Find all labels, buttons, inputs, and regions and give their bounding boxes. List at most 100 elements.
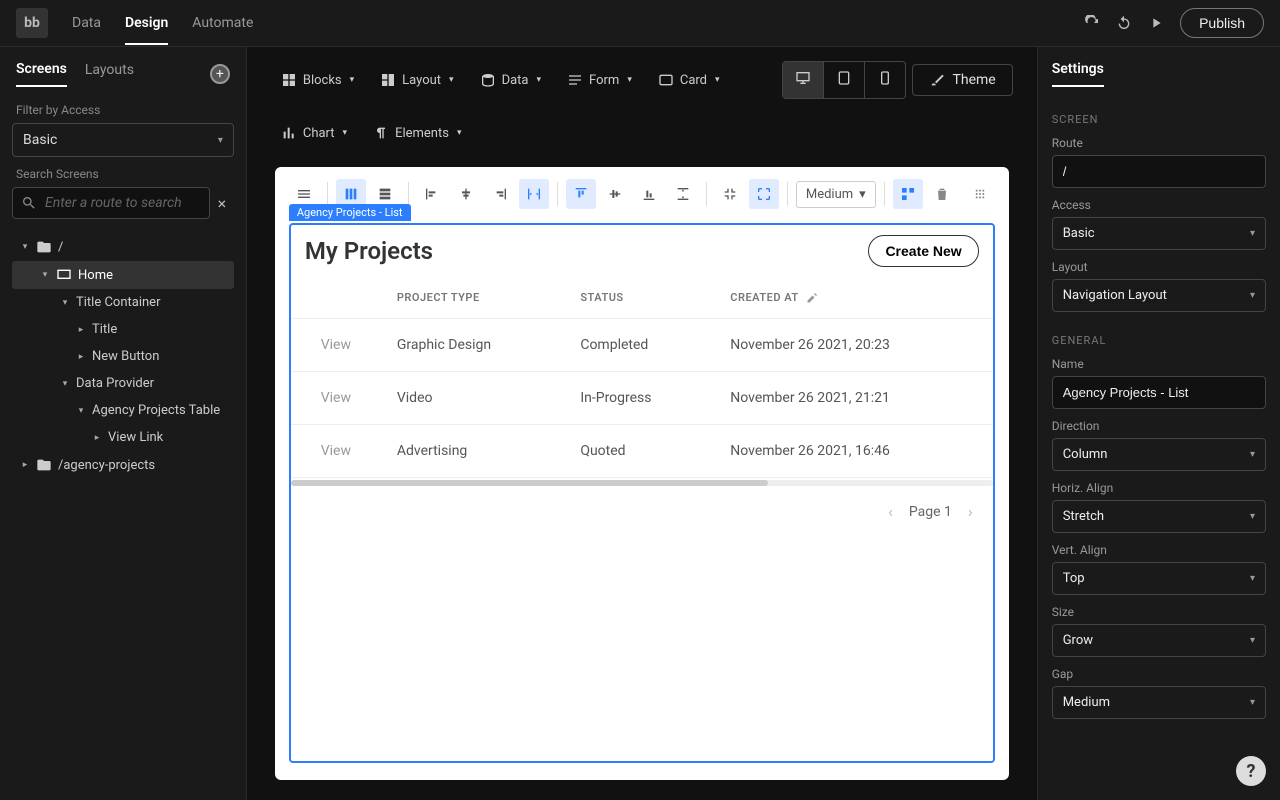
view-link[interactable]: View [291,319,381,372]
delete-button[interactable] [927,179,957,209]
tree-new-button[interactable]: ▸ New Button [12,343,234,370]
nav-data[interactable]: Data [72,1,101,45]
tree-agency-route[interactable]: ▸ /agency-projects [12,451,234,479]
view-link[interactable]: View [291,425,381,478]
page-title: My Projects [305,237,433,265]
search-label: Search Screens [16,167,230,181]
theme-button[interactable]: Theme [912,64,1013,96]
prev-page-icon[interactable]: ‹ [888,502,893,521]
card-icon [658,72,674,88]
nav-design[interactable]: Design [125,1,168,45]
general-section-header: GENERAL [1052,334,1266,347]
align-left-icon[interactable] [417,179,447,209]
center-area: Blocks▾ Layout▾ Data▾ Form▾ Card▾ [247,47,1037,800]
layout-button[interactable]: Layout▾ [370,66,463,94]
next-page-icon[interactable]: › [968,502,973,521]
cell-status: Completed [564,319,714,372]
screen-section-header: SCREEN [1052,113,1266,126]
page-indicator: Page 1 [909,504,952,520]
undo-icon[interactable] [1116,15,1132,31]
chevron-down-icon: ▾ [1250,449,1255,460]
tab-settings[interactable]: Settings [1052,61,1104,87]
desktop-button[interactable] [783,62,824,98]
tree-root[interactable]: ▾ / [12,233,234,261]
tab-layouts[interactable]: Layouts [85,62,134,86]
valign-top-icon[interactable] [566,179,596,209]
halign-select[interactable]: Stretch▾ [1052,500,1266,533]
tab-screens[interactable]: Screens [16,61,67,87]
refresh-icon[interactable] [1084,15,1100,31]
mobile-button[interactable] [865,62,905,98]
tree-new-button-label: New Button [92,349,159,364]
gap-select[interactable]: Medium▾ [1052,686,1266,719]
valign-stretch-icon[interactable] [668,179,698,209]
chevron-down-icon: ▾ [218,135,223,146]
clear-search-icon[interactable]: × [210,194,234,213]
view-link[interactable]: View [291,372,381,425]
grid-icon[interactable] [893,179,923,209]
elements-button[interactable]: Elements▾ [363,119,471,147]
tree-home[interactable]: ▾ Home [12,261,234,289]
table-row[interactable]: View Video In-Progress November 26 2021,… [291,372,993,425]
chevron-right-icon: ▸ [92,433,102,443]
align-right-icon[interactable] [485,179,515,209]
help-button[interactable]: ? [1236,756,1266,786]
create-new-button[interactable]: Create New [868,235,978,267]
logo[interactable]: bb [16,8,48,38]
col-project-type: PROJECT TYPE [381,277,564,319]
drag-handle-icon[interactable] [965,179,995,209]
nav-automate[interactable]: Automate [192,1,253,45]
tablet-button[interactable] [824,62,865,98]
search-placeholder: Enter a route to search [45,195,182,211]
chart-button[interactable]: Chart▾ [271,119,357,147]
access-select[interactable]: Basic▾ [1052,217,1266,250]
route-input[interactable] [1052,155,1266,188]
data-button[interactable]: Data▾ [470,66,551,94]
valign-bottom-icon[interactable] [634,179,664,209]
cell-type: Advertising [381,425,564,478]
chevron-down-icon: ▾ [40,270,50,280]
tree-data-provider[interactable]: ▾ Data Provider [12,370,234,397]
design-canvas: Medium ▾ Agency Projects - List My Proje… [275,167,1009,780]
tree-agency-table[interactable]: ▾ Agency Projects Table [12,397,234,424]
add-screen-button[interactable]: + [210,64,230,84]
cell-created: November 26 2021, 21:21 [714,372,992,425]
cell-type: Graphic Design [381,319,564,372]
tree-view-link-label: View Link [108,430,163,445]
gap-select[interactable]: Medium ▾ [796,181,876,208]
align-stretch-icon[interactable] [519,179,549,209]
valign-middle-icon[interactable] [600,179,630,209]
layout-select[interactable]: Navigation Layout▾ [1052,279,1266,312]
chevron-down-icon: ▾ [60,298,70,308]
table-row[interactable]: View Graphic Design Completed November 2… [291,319,993,372]
tree-home-label: Home [78,268,113,283]
table-row[interactable]: View Advertising Quoted November 26 2021… [291,425,993,478]
tree-view-link[interactable]: ▸ View Link [12,424,234,451]
direction-select[interactable]: Column▾ [1052,438,1266,471]
paragraph-icon [373,125,389,141]
filter-access-select[interactable]: Basic ▾ [12,123,234,157]
access-label: Access [1052,198,1266,212]
horizontal-scrollbar[interactable] [291,480,993,486]
valign-select[interactable]: Top▾ [1052,562,1266,595]
card-button[interactable]: Card▾ [648,66,730,94]
search-input[interactable]: Enter a route to search [12,187,210,219]
selected-component[interactable]: My Projects Create New PROJECT TYPE STAT… [289,223,995,763]
screen-tree: ▾ / ▾ Home ▾ Title Container ▸ Title ▸ N… [12,233,234,479]
shrink-icon[interactable] [715,179,745,209]
name-input[interactable] [1052,376,1266,409]
tree-agency-table-label: Agency Projects Table [92,403,220,418]
grow-icon[interactable] [749,179,779,209]
tree-title[interactable]: ▸ Title [12,316,234,343]
tree-title-container[interactable]: ▾ Title Container [12,289,234,316]
form-button[interactable]: Form▾ [557,66,642,94]
mobile-icon [877,70,893,86]
size-select[interactable]: Grow▾ [1052,624,1266,657]
blocks-button[interactable]: Blocks▾ [271,66,364,94]
col-created-at[interactable]: CREATED AT [714,277,992,319]
align-center-icon[interactable] [451,179,481,209]
play-icon[interactable] [1148,15,1164,31]
cell-created: November 26 2021, 20:23 [714,319,992,372]
tree-title-label: Title [92,322,117,337]
publish-button[interactable]: Publish [1180,8,1264,38]
